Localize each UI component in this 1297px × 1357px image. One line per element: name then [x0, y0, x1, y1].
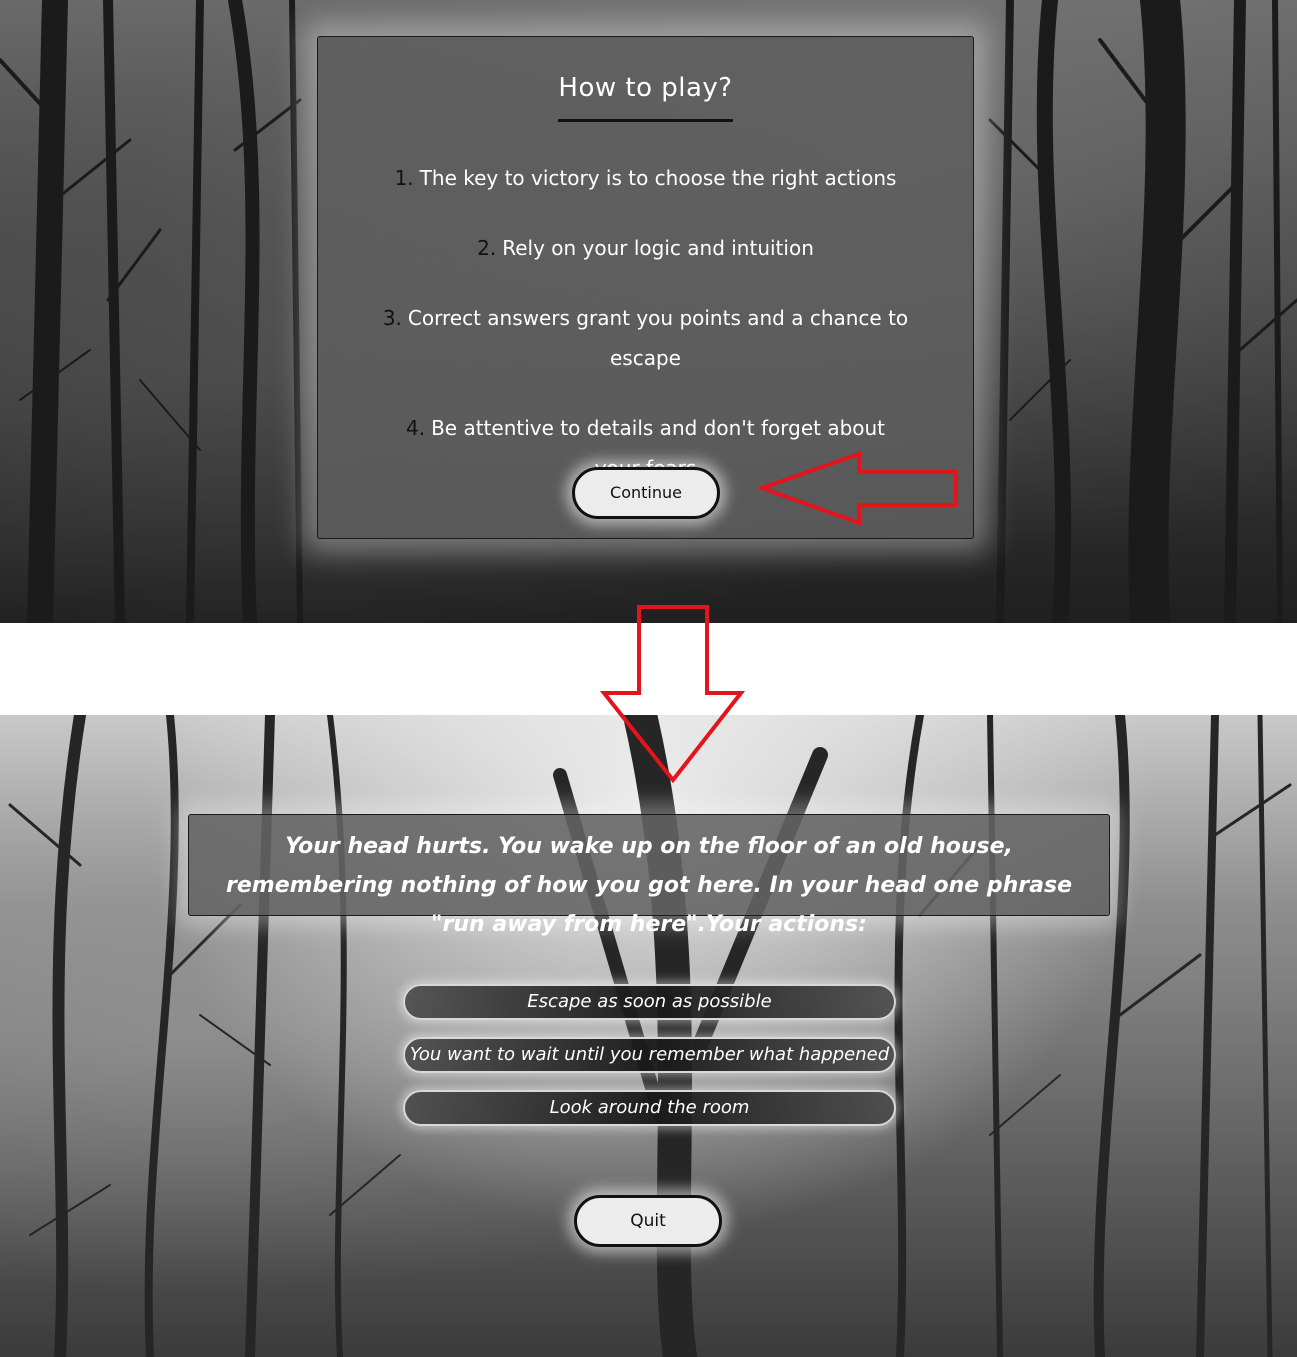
continue-button[interactable]: Continue [572, 467, 720, 519]
forest-background [8, 715, 1292, 1357]
rule-text: The key to victory is to choose the righ… [419, 166, 897, 190]
how-to-play-panel: How to play? 1. The key to victory is to … [317, 36, 974, 539]
rule-number: 3. [382, 306, 402, 330]
game-screen: Your head hurts. You wake up on the floo… [0, 715, 1297, 1357]
quit-button[interactable]: Quit [574, 1195, 722, 1247]
rule-item: 2. Rely on your logic and intuition [346, 228, 945, 268]
rule-text: Rely on your logic and intuition [502, 236, 814, 260]
option-escape-button[interactable]: Escape as soon as possible [403, 984, 896, 1020]
story-text-box: Your head hurts. You wake up on the floo… [188, 814, 1110, 937]
rule-item: 3. Correct answers grant you points and a… [346, 298, 945, 378]
rule-text: Correct answers grant you points and a c… [407, 306, 909, 370]
rule-number: 2. [477, 236, 497, 260]
rule-number: 1. [394, 166, 414, 190]
how-to-play-screen: How to play? 1. The key to victory is to … [0, 0, 1297, 623]
rule-number: 4. [405, 416, 426, 440]
option-look-around-button[interactable]: Look around the room [403, 1090, 896, 1126]
rule-item: 1. The key to victory is to choose the ri… [346, 158, 945, 198]
how-to-play-title: How to play? [558, 73, 733, 122]
option-wait-button[interactable]: You want to wait until you remember what… [403, 1037, 896, 1073]
rules-list: 1. The key to victory is to choose the ri… [318, 158, 973, 488]
